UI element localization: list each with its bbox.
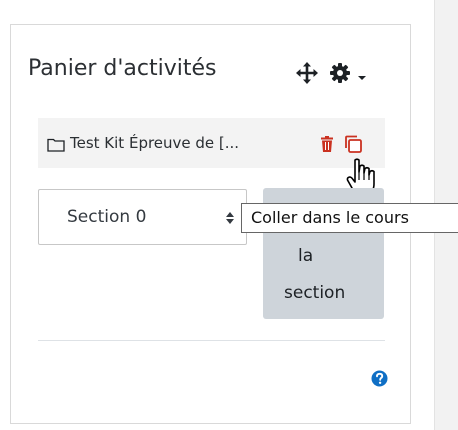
section-select-value: Section 0 xyxy=(67,207,147,227)
basket-item-label: Test Kit Épreuve de [... xyxy=(70,134,240,152)
question-circle-icon[interactable] xyxy=(371,370,388,387)
paste-button-label-line2: section xyxy=(284,283,346,303)
trash-icon[interactable] xyxy=(321,136,333,152)
tooltip: Coller dans le cours xyxy=(241,203,458,233)
divider xyxy=(38,340,385,341)
copy-icon[interactable] xyxy=(343,134,365,156)
move-arrows-icon[interactable] xyxy=(295,61,319,85)
chevron-down-icon[interactable] xyxy=(357,68,367,80)
select-arrows-icon xyxy=(225,210,235,224)
paste-button-label-line1: la xyxy=(298,246,314,266)
block-title: Panier d'activités xyxy=(28,56,217,81)
block-actions xyxy=(295,60,367,86)
folder-icon xyxy=(47,137,65,152)
gear-icon[interactable] xyxy=(329,62,351,84)
